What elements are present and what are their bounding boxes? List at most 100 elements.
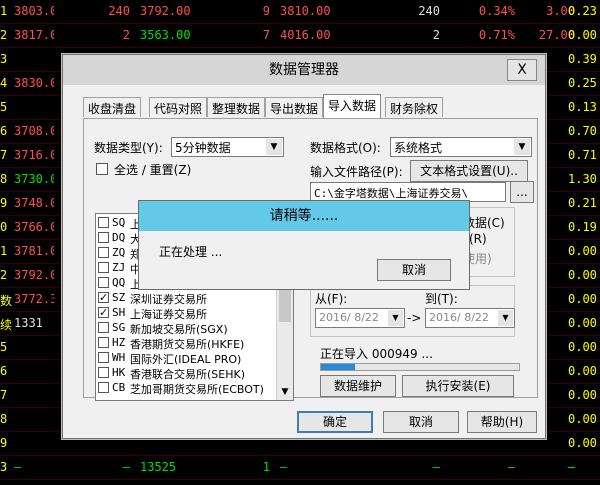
quote-cell: — [507,460,515,474]
row-index: 1 [0,244,8,258]
exchange-name: 芝加哥期货交易所(ECBOT) [130,383,264,396]
dialog-title: 数据管理器 [63,55,545,85]
select-all-checkbox[interactable] [96,163,108,175]
tab-code-map[interactable]: 代码对照 [149,97,208,117]
to-date-picker[interactable]: 2016/ 8/22 ▼ [425,308,515,328]
quote-cell: 27.00 [538,28,575,42]
from-date-picker[interactable]: 2016/ 8/22 ▼ [315,308,405,328]
select-all-label: 全选 / 重置(Z) [114,163,192,177]
checkbox[interactable] [98,337,109,348]
quote-cell: 0.00 [568,436,597,450]
row-index: 6 [0,124,8,138]
exchange-name: 上海证券交易所 [130,308,207,321]
quote-cell: 0.34% [478,4,515,18]
exchange-code: SG [112,321,126,334]
checkbox[interactable] [98,277,109,288]
date-range-group: 从(F): 到(T): 2016/ 8/22 ▼ -> 2016/ 8/22 ▼ [310,285,515,337]
input-path-field[interactable]: C:\金字塔数据\上海证券交易\ [310,182,506,202]
checkbox[interactable] [98,232,109,243]
exchange-list-item[interactable]: ✓ SH 上海证券交易所 [96,306,276,321]
checkbox[interactable] [98,322,109,333]
browse-button[interactable]: ... [510,181,534,203]
quote-cell: 2 [122,28,130,42]
quote-cell: 0.39 [568,52,597,66]
checkbox[interactable] [98,382,109,393]
exchange-list-item[interactable]: HK 香港联合交易所(SEHK) [96,366,276,381]
checkbox[interactable] [98,352,109,363]
exchange-name: 香港期货交易所(HKFE) [130,338,245,351]
row-index: 0 [0,220,8,234]
checked-checkbox[interactable]: ✓ [98,292,109,303]
please-wait-dialog: 请稍等...... 正在处理 ... 取消 [138,200,470,290]
quote-cell: 3563.00 [140,28,191,42]
data-type-value: 5分钟数据 [175,141,231,155]
quote-cell: 1.30 [568,172,597,186]
quote-cell: 0.00 [568,388,597,402]
tab-close-clear[interactable]: 收盘清盘 [83,97,142,117]
quote-cell: 0.00 [568,412,597,426]
data-format-value: 系统格式 [394,141,443,155]
tab-export-data[interactable]: 导出数据 [265,97,324,117]
quote-cell: 0.00 [568,244,597,258]
tab-import-data[interactable]: 导入数据 [323,94,382,118]
chevron-down-icon: ▼ [514,139,530,155]
checkbox[interactable] [98,367,109,378]
wait-cancel-button[interactable]: 取消 [377,259,451,281]
input-path-label: 输入文件路径(P): [310,165,403,179]
processing-message: 正在处理 ... [159,245,223,259]
chevron-down-icon: ▼ [266,139,282,155]
execute-install-button[interactable]: 执行安装(E) [402,375,514,397]
to-label: 到(T): [425,292,458,306]
cancel-button[interactable]: 取消 [383,411,459,433]
quote-cell: — [14,460,22,474]
exchange-list-item[interactable]: HZ 香港期货交易所(HKFE) [96,336,276,351]
date-range-arrow: -> [407,311,422,325]
quote-cell: 3792.00 [140,4,191,18]
row-index: 7 [0,148,8,162]
scroll-down-icon[interactable]: ▼ [277,384,293,400]
quote-cell: 0.25 [568,76,597,90]
exchange-list-item[interactable]: SG 新加坡交易所(SGX) [96,321,276,336]
quote-cell: — [568,460,576,474]
quote-cell: 13525 [140,460,177,474]
row-index: 3 [0,52,8,66]
data-type-select[interactable]: 5分钟数据 ▼ [171,137,284,157]
from-date-value: 2016/ 8/22 [319,311,379,324]
checked-checkbox[interactable]: ✓ [98,307,109,318]
close-button[interactable]: X [507,59,537,81]
text-format-settings-button[interactable]: 文本格式设置(U).. [410,160,528,182]
quote-cell: 4016.00 [280,28,331,42]
checkbox[interactable] [98,262,109,273]
exchange-code: DQ [112,231,126,244]
wait-dialog-title: 请稍等...... [139,201,469,231]
data-type-label: 数据类型(Y): [94,141,163,155]
quote-cell: 3766.0 [14,220,54,234]
data-format-select[interactable]: 系统格式 ▼ [390,137,532,157]
help-button[interactable]: 帮助(H) [467,411,537,433]
quote-cell: 0.00 [568,292,597,306]
exchange-code: HK [112,366,126,379]
data-maintain-button[interactable]: 数据维护 [320,375,396,397]
tab-organize-data[interactable]: 整理数据 [207,97,266,117]
exchange-code: ZQ [112,246,126,259]
ok-button[interactable]: 确定 [297,411,373,433]
quote-cell: 3817.00 [14,28,54,42]
quote-cell: — [280,460,288,474]
quote-cell: 0.00 [568,340,597,354]
checkbox[interactable] [98,247,109,258]
import-progress-bar [320,363,520,371]
row-index: 9 [0,436,8,450]
quote-cell: 3708.0 [14,124,54,138]
quote-cell: 0.13 [568,100,597,114]
exchange-list-item[interactable]: CB 芝加哥期货交易所(ECBOT) [96,381,276,396]
checkbox[interactable] [98,217,109,228]
quote-cell: 240 [108,4,130,18]
quote-cell: 3716.0 [14,148,54,162]
exchange-list-item[interactable]: WH 国际外汇(IDEAL PRO) [96,351,276,366]
exchange-name: 国际外汇(IDEAL PRO) [130,353,242,366]
row-index: 5 [0,100,8,114]
exchange-list-item[interactable]: ✓ SZ 深圳证券交易所 [96,291,276,306]
exchange-name: 深圳证券交易所 [130,293,207,306]
row-index: 5 [0,340,8,354]
tab-finance-adjust[interactable]: 财务除权 [385,97,444,117]
